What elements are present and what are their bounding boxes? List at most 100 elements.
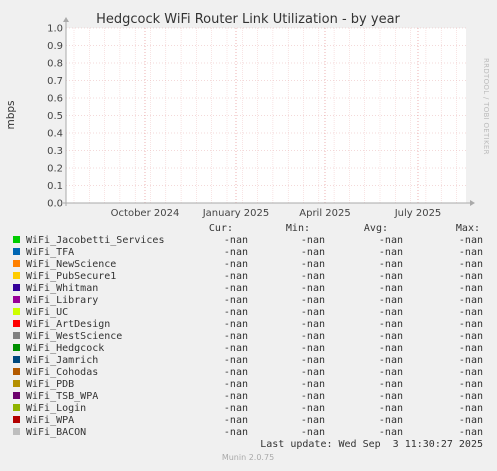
legend-value: -nan bbox=[224, 355, 248, 366]
legend-series-name: WiFi_Login bbox=[26, 403, 86, 414]
legend-series-name: WiFi_PDB bbox=[26, 379, 74, 390]
legend-swatch bbox=[13, 392, 20, 399]
legend-series-name: WiFi_Hedgcock bbox=[26, 343, 104, 354]
legend-value: -nan bbox=[224, 247, 248, 258]
legend-series-name: WiFi_Cohodas bbox=[26, 367, 98, 378]
legend-value: -nan bbox=[379, 319, 403, 330]
legend-value: -nan bbox=[379, 295, 403, 306]
legend-series-name: WiFi_Whitman bbox=[26, 283, 98, 294]
legend-value: -nan bbox=[379, 271, 403, 282]
legend-value: -nan bbox=[459, 247, 483, 258]
legend-value: -nan bbox=[301, 367, 325, 378]
legend-value: -nan bbox=[459, 235, 483, 246]
legend-value: -nan bbox=[224, 331, 248, 342]
x-tick-label: January 2025 bbox=[202, 208, 270, 219]
legend-value: -nan bbox=[224, 295, 248, 306]
legend-value: -nan bbox=[459, 283, 483, 294]
legend-series-name: WiFi_Jacobetti_Services bbox=[26, 235, 164, 246]
x-tick-label: April 2025 bbox=[299, 208, 350, 219]
x-tick-label: October 2024 bbox=[111, 208, 180, 219]
legend-value: -nan bbox=[301, 319, 325, 330]
legend-value: -nan bbox=[224, 319, 248, 330]
legend-value: -nan bbox=[459, 391, 483, 402]
legend-series-name: WiFi_ArtDesign bbox=[26, 319, 110, 330]
y-tick-label: 0.4 bbox=[47, 129, 63, 140]
legend-value: -nan bbox=[224, 343, 248, 354]
legend-series-name: WiFi_UC bbox=[26, 307, 68, 318]
legend-swatch bbox=[13, 344, 20, 351]
legend-value: -nan bbox=[224, 379, 248, 390]
legend-value: -nan bbox=[459, 271, 483, 282]
legend-header: Avg: bbox=[364, 223, 388, 234]
legend-series-name: WiFi_Library bbox=[26, 295, 98, 306]
legend-value: -nan bbox=[301, 379, 325, 390]
legend-value: -nan bbox=[459, 427, 483, 438]
legend-value: -nan bbox=[301, 307, 325, 318]
legend-value: -nan bbox=[379, 343, 403, 354]
legend-value: -nan bbox=[379, 427, 403, 438]
legend-swatch bbox=[13, 428, 20, 435]
legend-value: -nan bbox=[301, 415, 325, 426]
legend-value: -nan bbox=[459, 379, 483, 390]
legend-series-name: WiFi_Jamrich bbox=[26, 355, 98, 366]
legend-value: -nan bbox=[301, 247, 325, 258]
y-tick-label: 0.8 bbox=[47, 59, 63, 70]
y-tick-label: 0.3 bbox=[47, 146, 63, 157]
legend-value: -nan bbox=[459, 307, 483, 318]
legend-value: -nan bbox=[379, 379, 403, 390]
legend-value: -nan bbox=[459, 355, 483, 366]
y-tick-label: 0.0 bbox=[47, 199, 63, 210]
legend-value: -nan bbox=[301, 235, 325, 246]
legend-value: -nan bbox=[224, 403, 248, 414]
legend-value: -nan bbox=[301, 283, 325, 294]
y-tick-label: 0.1 bbox=[47, 181, 63, 192]
legend-value: -nan bbox=[379, 259, 403, 270]
legend-swatch bbox=[13, 248, 20, 255]
legend-swatch bbox=[13, 272, 20, 279]
legend-value: -nan bbox=[379, 283, 403, 294]
legend-value: -nan bbox=[224, 391, 248, 402]
legend-value: -nan bbox=[224, 415, 248, 426]
legend-value: -nan bbox=[301, 295, 325, 306]
legend-value: -nan bbox=[379, 355, 403, 366]
legend-value: -nan bbox=[459, 367, 483, 378]
legend-series-name: WiFi_PubSecure1 bbox=[26, 271, 116, 282]
legend-swatch bbox=[13, 368, 20, 375]
legend-value: -nan bbox=[459, 415, 483, 426]
legend-value: -nan bbox=[379, 415, 403, 426]
legend-swatch bbox=[13, 260, 20, 267]
legend-value: -nan bbox=[459, 331, 483, 342]
rrdtool-watermark: RRDTOOL / TOBI OETIKER bbox=[482, 58, 490, 155]
legend-swatch bbox=[13, 332, 20, 339]
legend-series-name: WiFi_TFA bbox=[26, 247, 74, 258]
x-tick-label: July 2025 bbox=[394, 208, 442, 219]
legend-swatch bbox=[13, 308, 20, 315]
legend-value: -nan bbox=[459, 403, 483, 414]
y-tick-label: 0.7 bbox=[47, 76, 63, 87]
chart-title: Hedgcock WiFi Router Link Utilization - … bbox=[96, 12, 400, 27]
legend-value: -nan bbox=[301, 259, 325, 270]
legend-value: -nan bbox=[224, 427, 248, 438]
last-update: Last update: Wed Sep 3 11:30:27 2025 bbox=[260, 439, 483, 450]
legend-swatch bbox=[13, 416, 20, 423]
legend-swatch bbox=[13, 356, 20, 363]
legend-series-name: WiFi_BACON bbox=[26, 427, 86, 438]
legend-value: -nan bbox=[459, 343, 483, 354]
legend-series-name: WiFi_WPA bbox=[26, 415, 74, 426]
legend-value: -nan bbox=[379, 307, 403, 318]
legend-series-name: WiFi_TSB_WPA bbox=[26, 391, 98, 402]
y-tick-label: 0.5 bbox=[47, 111, 63, 122]
x-axis-arrow bbox=[470, 200, 475, 206]
legend-swatch bbox=[13, 404, 20, 411]
legend-value: -nan bbox=[379, 391, 403, 402]
legend-value: -nan bbox=[224, 235, 248, 246]
y-tick-label: 0.9 bbox=[47, 41, 63, 52]
legend-swatch bbox=[13, 284, 20, 291]
legend-value: -nan bbox=[301, 343, 325, 354]
legend-value: -nan bbox=[224, 307, 248, 318]
y-tick-label: 0.6 bbox=[47, 94, 63, 105]
legend-value: -nan bbox=[379, 367, 403, 378]
legend-value: -nan bbox=[224, 259, 248, 270]
legend-value: -nan bbox=[224, 367, 248, 378]
y-tick-label: 0.2 bbox=[47, 164, 63, 175]
